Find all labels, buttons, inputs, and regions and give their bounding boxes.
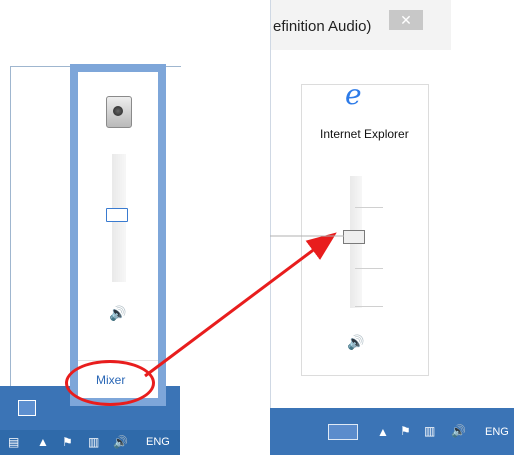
volume-icon[interactable]: 🔊: [451, 424, 466, 438]
volume-flyout: 🔊 Mixer: [70, 64, 166, 406]
app-mute-toggle-icon[interactable]: 🔊: [347, 334, 364, 351]
speaker-device-icon[interactable]: [106, 96, 132, 128]
slider-tick: [355, 207, 383, 208]
mixer-highlight-circle: [65, 360, 155, 406]
app-volume-slider-thumb[interactable]: [343, 230, 365, 244]
volume-icon[interactable]: 🔊: [113, 435, 128, 449]
task-view-icon[interactable]: [18, 400, 36, 416]
slider-tick: [355, 306, 383, 307]
volume-mixer-window: efinition Audio) ✕ e Internet Explorer 🔊: [270, 0, 451, 408]
chevron-up-icon[interactable]: ▲: [377, 425, 389, 439]
right-taskbar: ▲ ⚑ ▥ 🔊 ENG: [270, 408, 514, 455]
chevron-up-icon[interactable]: ▲: [37, 435, 49, 449]
flag-icon[interactable]: ⚑: [62, 435, 73, 449]
internet-explorer-icon: e: [345, 78, 362, 111]
left-system-tray: ▤ ▲ ⚑ ▥ 🔊 ENG: [0, 430, 180, 455]
language-indicator[interactable]: ENG: [146, 436, 170, 448]
keyboard-icon[interactable]: [328, 424, 358, 440]
slider-tick: [355, 268, 383, 269]
app-icon[interactable]: ▤: [8, 435, 19, 449]
mute-toggle-icon[interactable]: 🔊: [109, 305, 126, 322]
flag-icon[interactable]: ⚑: [400, 424, 411, 438]
title-bar: efinition Audio) ✕: [271, 0, 451, 51]
close-button[interactable]: ✕: [389, 10, 423, 30]
network-icon[interactable]: ▥: [88, 435, 99, 449]
language-indicator[interactable]: ENG: [485, 426, 509, 438]
app-name-label: Internet Explorer: [320, 127, 409, 141]
window-title: efinition Audio): [273, 18, 372, 35]
volume-flyout-body: 🔊 Mixer: [78, 72, 158, 398]
volume-slider-thumb[interactable]: [106, 208, 128, 222]
network-icon[interactable]: ▥: [424, 424, 435, 438]
